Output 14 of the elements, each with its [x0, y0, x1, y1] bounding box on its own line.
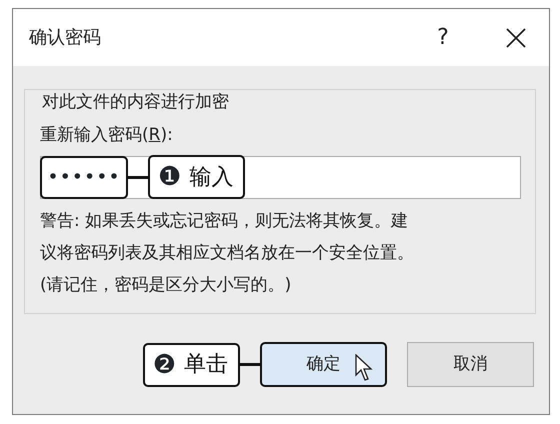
- cancel-button[interactable]: 取消: [407, 342, 534, 387]
- field-label: 重新输入密码(R):: [40, 124, 174, 146]
- close-icon[interactable]: [505, 26, 527, 48]
- step-number: ❷: [152, 352, 176, 378]
- leader-line: [128, 176, 148, 179]
- callout-text: 单击: [184, 351, 228, 379]
- window-title: 确认密码: [29, 26, 102, 50]
- help-button[interactable]: ?: [423, 21, 463, 54]
- warning-text: 警告: 如果丢失或忘记密码，则无法将其恢复。建 议将密码列表及其相应文档名放在一个安全位置。 (请记住，密码是区分大小写的。): [40, 210, 415, 297]
- callout-text: 输入: [189, 164, 234, 192]
- password-value: ••••••: [40, 156, 128, 198]
- ok-button[interactable]: 确定: [260, 342, 387, 387]
- step-number: ❶: [158, 164, 182, 190]
- password-field[interactable]: •••••• ❶ 输入: [40, 156, 521, 199]
